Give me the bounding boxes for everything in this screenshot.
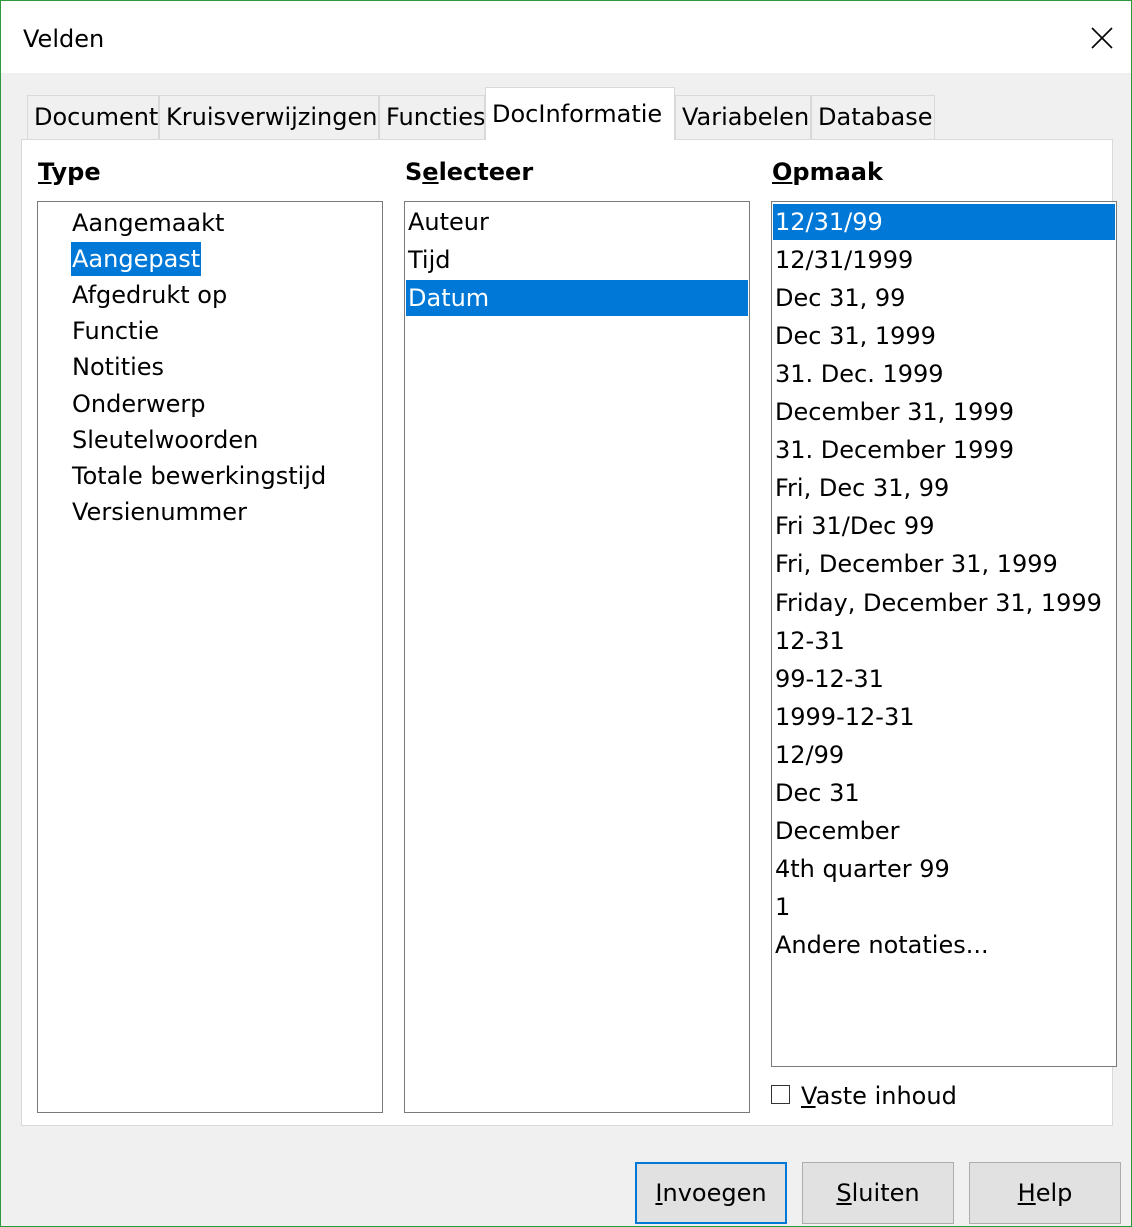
tab-docinformation[interactable]: DocInformatie: [485, 87, 675, 140]
format-item[interactable]: Dec 31, 99: [773, 280, 1115, 316]
close-icon: [1091, 27, 1113, 49]
type-item-keywords[interactable]: Sleutelwoorden: [71, 423, 259, 457]
tab-content-panel: Type Selecteer Opmaak Aangemaakt Aangepa…: [21, 139, 1117, 1126]
fixed-content-checkbox[interactable]: [771, 1085, 790, 1104]
tab-functions[interactable]: Functies: [379, 95, 485, 139]
tab-cross-references[interactable]: Kruisverwijzingen: [159, 95, 379, 139]
format-item[interactable]: December: [773, 813, 1115, 849]
type-item-modified[interactable]: Aangepast: [71, 242, 202, 276]
title-bar: Velden: [1, 1, 1131, 73]
select-header: Selecteer: [405, 158, 534, 186]
select-item-time[interactable]: Tijd: [406, 242, 748, 278]
format-item[interactable]: Fri, Dec 31, 99: [773, 470, 1115, 506]
type-header: Type: [38, 158, 101, 186]
format-item[interactable]: Dec 31, 1999: [773, 318, 1115, 354]
format-header: Opmaak: [772, 158, 883, 186]
format-item[interactable]: 31. Dec. 1999: [773, 356, 1115, 392]
format-item[interactable]: 12/31/99: [773, 204, 1115, 240]
select-item-author[interactable]: Auteur: [406, 204, 748, 240]
format-item-other-formats[interactable]: Andere notaties...: [773, 927, 1115, 963]
type-item-version[interactable]: Versienummer: [71, 495, 248, 529]
format-item[interactable]: Fri, December 31, 1999: [773, 546, 1115, 582]
format-item[interactable]: 12-31: [773, 623, 1115, 659]
format-item[interactable]: Dec 31: [773, 775, 1115, 811]
dialog-title: Velden: [23, 25, 105, 53]
format-item[interactable]: 4th quarter 99: [773, 851, 1115, 887]
help-button[interactable]: Help: [969, 1162, 1121, 1224]
format-list[interactable]: 12/31/99 12/31/1999 Dec 31, 99 Dec 31, 1…: [771, 201, 1117, 1067]
fixed-content-label[interactable]: Vaste inhoud: [801, 1081, 957, 1111]
format-item[interactable]: December 31, 1999: [773, 394, 1115, 430]
format-item[interactable]: 1: [773, 889, 1115, 925]
format-item[interactable]: 12/31/1999: [773, 242, 1115, 278]
type-item-notes[interactable]: Notities: [71, 350, 165, 384]
close-button[interactable]: [1079, 15, 1125, 61]
format-item[interactable]: 99-12-31: [773, 661, 1115, 697]
type-item-subject[interactable]: Onderwerp: [71, 387, 206, 421]
type-item-printed[interactable]: Afgedrukt op: [71, 278, 228, 312]
insert-button[interactable]: Invoegen: [635, 1162, 787, 1224]
type-list[interactable]: Aangemaakt Aangepast Afgedrukt op Functi…: [37, 201, 383, 1113]
close-dialog-button[interactable]: Sluiten: [802, 1162, 954, 1224]
format-item[interactable]: 1999-12-31: [773, 699, 1115, 735]
tab-database[interactable]: Database: [811, 95, 935, 139]
tab-document[interactable]: Document: [27, 95, 159, 139]
fields-dialog: Velden Document Kruisverwijzingen Functi…: [0, 0, 1132, 1227]
type-item-editing-time[interactable]: Totale bewerkingstijd: [71, 459, 327, 493]
select-list[interactable]: Auteur Tijd Datum: [404, 201, 750, 1113]
type-item-created[interactable]: Aangemaakt: [71, 206, 225, 240]
format-item[interactable]: 31. December 1999: [773, 432, 1115, 468]
type-item-function[interactable]: Functie: [71, 314, 160, 348]
format-item[interactable]: Fri 31/Dec 99: [773, 508, 1115, 544]
format-item[interactable]: Friday, December 31, 1999: [773, 585, 1115, 621]
format-item[interactable]: 12/99: [773, 737, 1115, 773]
select-item-date[interactable]: Datum: [406, 280, 748, 316]
tab-variables[interactable]: Variabelen: [675, 95, 811, 139]
